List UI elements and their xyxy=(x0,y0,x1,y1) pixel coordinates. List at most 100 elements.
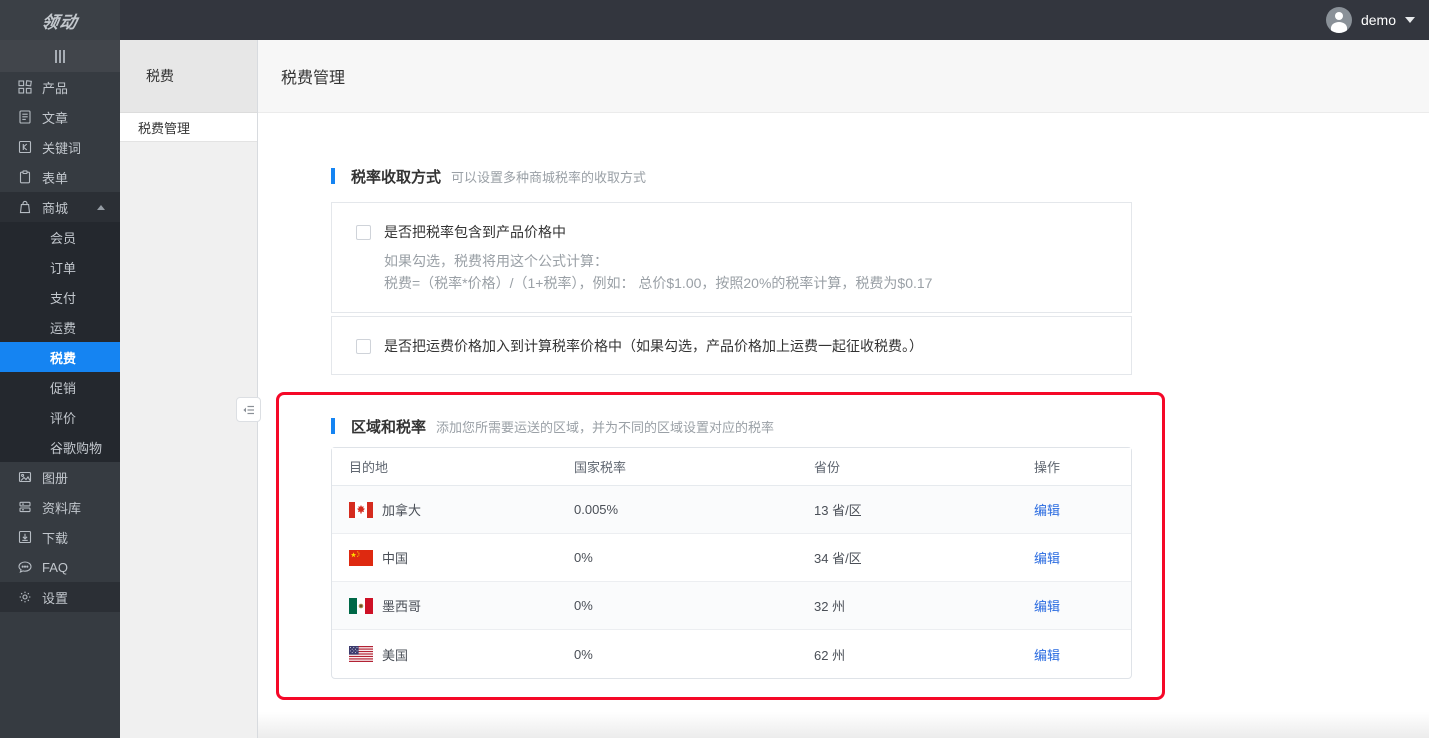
sidebar-item-label: 下载 xyxy=(42,530,69,546)
chevron-up-icon xyxy=(97,204,105,210)
sidebar-item-表单[interactable]: 表单 xyxy=(0,162,120,192)
album-icon xyxy=(17,470,32,485)
country-name: 加拿大 xyxy=(382,503,422,518)
sidebar-item-图册[interactable]: 图册 xyxy=(0,462,120,492)
sidebar-subitem-税费[interactable]: 税费 xyxy=(0,342,120,372)
download-icon xyxy=(17,530,32,545)
edit-link[interactable]: 编辑 xyxy=(1034,503,1060,518)
secondary-sidebar: 税费 税费管理 xyxy=(120,40,258,738)
province-count: 32 州 xyxy=(814,582,1034,630)
page-header: 税费管理 xyxy=(258,40,1429,113)
sidebar-item-下载[interactable]: 下载 xyxy=(0,522,120,552)
tax-option-box: 是否把运费价格加入到计算税率价格中（如果勾选，产品价格加上运费一起征收税费。） xyxy=(331,316,1132,375)
option-checkbox[interactable] xyxy=(356,224,371,240)
table-column-header: 国家税率 xyxy=(574,448,814,486)
table-column-header: 省份 xyxy=(814,448,1034,486)
section-accent-bar xyxy=(331,418,335,434)
mall-icon xyxy=(17,200,32,215)
section-regions-and-rates: 区域和税率 添加您所需要运送的区域，并为不同的区域设置对应的税率 xyxy=(331,415,1132,437)
country-tax-rate: 0.005% xyxy=(574,486,814,534)
option-checkbox[interactable] xyxy=(356,338,371,354)
sidebar-nav: 产品文章关键词表单商城会员 订单 支付 运费 税费 促销 评价 谷歌购物图册资料库下载 FAQ 设… xyxy=(0,72,120,612)
sidebar-subitem-支付[interactable]: 支付 xyxy=(0,282,120,312)
china-flag xyxy=(349,549,373,566)
sidebar-item-FAQ[interactable]: FAQ xyxy=(0,552,120,582)
tax-option-box: 是否把税率包含到产品价格中如果勾选，税费将用这个公式计算： 税费=（税率*价格）/… xyxy=(331,202,1132,313)
logo-text: 领动 xyxy=(39,12,80,32)
country-name: 墨西哥 xyxy=(382,599,422,614)
faq-icon xyxy=(17,560,32,575)
gear-icon xyxy=(17,590,32,605)
table-column-header: 目的地 xyxy=(332,448,574,486)
usa-flag xyxy=(349,646,373,662)
top-bar: 领动 demo xyxy=(0,0,1429,40)
form-icon xyxy=(17,170,32,185)
sidebar-item-label: 图册 xyxy=(42,470,69,486)
chevron-down-icon xyxy=(1405,17,1415,23)
sidebar-item-关键词[interactable]: 关键词 xyxy=(0,132,120,162)
primary-sidebar: 产品文章关键词表单商城会员 订单 支付 运费 税费 促销 评价 谷歌购物图册资料库下载 FAQ 设… xyxy=(0,40,120,738)
canada-flag xyxy=(349,501,373,518)
province-count: 13 省/区 xyxy=(814,486,1034,534)
subsidebar-item-tax-management[interactable]: 税费管理 xyxy=(120,113,257,142)
mexico-flag xyxy=(349,597,373,614)
country-name: 中国 xyxy=(382,551,409,566)
sidebar-item-产品[interactable]: 产品 xyxy=(0,72,120,102)
subsidebar-title: 税费 xyxy=(120,40,257,113)
tax-options: 是否把税率包含到产品价格中如果勾选，税费将用这个公式计算： 税费=（税率*价格）/… xyxy=(258,202,1429,375)
sidebar-item-文章[interactable]: 文章 xyxy=(0,102,120,132)
province-count: 62 州 xyxy=(814,647,846,663)
main-content: 税费管理 税率收取方式 可以设置多种商城税率的收取方式 是否把税率包含到产品价格… xyxy=(258,40,1429,738)
avatar[interactable] xyxy=(1325,7,1352,33)
sidebar-item-label: 设置 xyxy=(42,590,69,606)
country-tax-rate: 0% xyxy=(574,582,814,630)
sidebar-subitem-促销[interactable]: 促销 xyxy=(0,372,120,402)
sidebar-item-商城[interactable]: 商城 xyxy=(0,192,120,222)
article-icon xyxy=(17,110,32,125)
edit-link[interactable]: 编辑 xyxy=(1034,551,1060,566)
sidebar-subitem-订单[interactable]: 订单 xyxy=(0,252,120,282)
grid-icon xyxy=(17,80,32,95)
country-tax-rate: 0% xyxy=(574,646,593,662)
vertical-bars-icon xyxy=(55,49,65,63)
sidebar-item-label: 文章 xyxy=(42,110,69,126)
sidebar-subitem-谷歌购物[interactable]: 谷歌购物 xyxy=(0,432,120,462)
sidebar-subitem-会员[interactable]: 会员 xyxy=(0,222,120,252)
sidebar-item-label: 商城 xyxy=(42,200,69,216)
highlight-annotation-box: 区域和税率 添加您所需要运送的区域，并为不同的区域设置对应的税率 目的地 国家税率… xyxy=(276,392,1165,700)
table-row: 美国 0% 62 州 编辑 xyxy=(332,630,1131,678)
sidebar-item-label: 资料库 xyxy=(42,500,82,516)
collapse-panel-button[interactable] xyxy=(236,397,261,422)
edit-link[interactable]: 编辑 xyxy=(1034,648,1060,663)
outdent-icon xyxy=(242,405,254,414)
sidebar-item-label: 表单 xyxy=(42,170,69,186)
table-row: 中国 0% 34 省/区 编辑 xyxy=(332,534,1131,582)
tax-regions-table: 目的地 国家税率 省份 操作 加拿大 0.005% 13 省/区 编辑 中国 0% 34 省/区编… xyxy=(331,447,1132,679)
sidebar-subitem-运费[interactable]: 运费 xyxy=(0,312,120,342)
country-name: 美国 xyxy=(382,647,409,663)
sidebar-collapse-button[interactable] xyxy=(0,40,120,72)
sidebar-item-资料库[interactable]: 资料库 xyxy=(0,492,120,522)
option-label: 是否把税率包含到产品价格中 xyxy=(384,224,566,240)
sidebar-submenu: 会员 订单 支付 运费 税费 促销 评价 谷歌购物 xyxy=(0,222,120,462)
table-row: 加拿大 0.005% 13 省/区 编辑 xyxy=(332,486,1131,534)
user-menu[interactable]: demo xyxy=(1325,7,1429,33)
sidebar-item-label: 产品 xyxy=(42,80,69,96)
province-count: 34 省/区 xyxy=(814,534,1034,582)
app-logo: 领动 xyxy=(0,0,120,40)
section-accent-bar xyxy=(331,168,335,184)
country-tax-rate: 0% xyxy=(574,534,814,582)
sidebar-item-label: 关键词 xyxy=(42,140,82,156)
sidebar-item-设置[interactable]: 设置 xyxy=(0,582,120,612)
page-title: 税费管理 xyxy=(281,70,346,87)
sidebar-subitem-评价[interactable]: 评价 xyxy=(0,402,120,432)
section-tax-collection-method: 税率收取方式 可以设置多种商城税率的收取方式 xyxy=(331,165,1429,187)
option-label: 是否把运费价格加入到计算税率价格中（如果勾选，产品价格加上运费一起征收税费。） xyxy=(384,338,923,354)
username: demo xyxy=(1360,12,1396,28)
keyword-icon xyxy=(17,140,32,155)
table-row: 墨西哥 0% 32 州编辑 xyxy=(332,582,1131,630)
option-help-text: 如果勾选，税费将用这个公式计算： 税费=（税率*价格）/（1+税率），例如： 总价… xyxy=(384,253,933,291)
edit-link[interactable]: 编辑 xyxy=(1034,599,1060,614)
sidebar-item-label: FAQ xyxy=(42,559,69,575)
table-column-header: 操作 xyxy=(1034,448,1131,486)
